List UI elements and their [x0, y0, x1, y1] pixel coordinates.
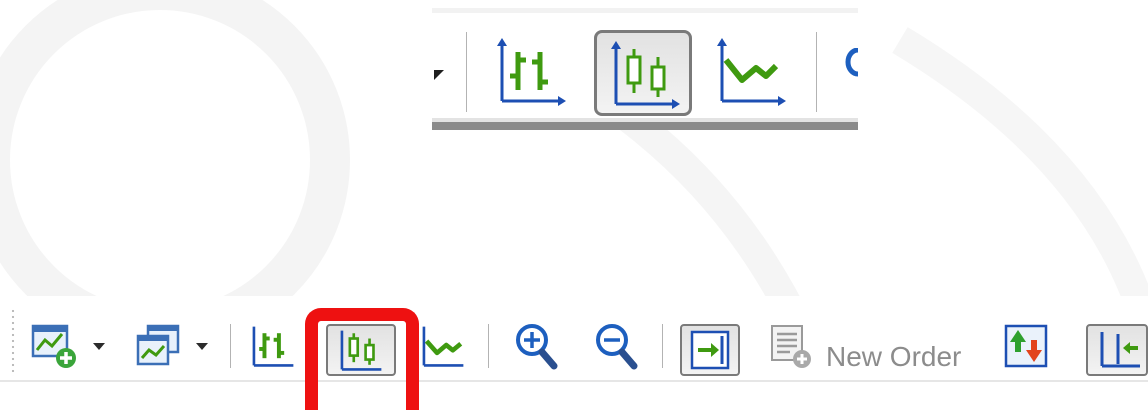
candlestick-chart-button[interactable]	[594, 30, 692, 116]
candlestick-highlight-box	[305, 308, 419, 410]
bar-chart-icon[interactable]	[496, 38, 566, 108]
new-chart-dropdown-arrow[interactable]	[93, 343, 105, 350]
dropdown-arrow-icon[interactable]	[432, 68, 446, 82]
toolbar-grip-handle[interactable]	[10, 308, 16, 376]
bar-chart-icon[interactable]	[250, 324, 296, 370]
toolbar-separator	[230, 324, 231, 368]
autotrading-icon[interactable]	[1004, 324, 1048, 368]
zoomed-toolbar	[432, 8, 858, 130]
toolbar-separator	[488, 324, 489, 368]
zoom-in-icon[interactable]	[512, 320, 558, 372]
new-order-label[interactable]: New Order	[826, 340, 961, 374]
toolbar-bottom-border	[0, 380, 1148, 382]
line-chart-icon[interactable]	[716, 38, 786, 108]
zoomed-toolbar-bottom-edge	[432, 122, 858, 130]
toolbar-separator	[662, 324, 663, 368]
screenshot-canvas: New Order	[0, 0, 1148, 410]
new-chart-icon[interactable]	[30, 322, 78, 370]
profiles-icon[interactable]	[134, 322, 182, 370]
profiles-dropdown-arrow[interactable]	[196, 343, 208, 350]
toolbar-separator	[466, 32, 467, 112]
line-chart-icon[interactable]	[420, 324, 466, 370]
toolbar-separator	[816, 32, 817, 112]
auto-scroll-button[interactable]	[680, 324, 740, 376]
chart-shift-button[interactable]	[1086, 324, 1148, 376]
candlestick-chart-icon	[611, 41, 680, 109]
chart-shift-icon	[1100, 332, 1140, 368]
auto-scroll-icon	[690, 330, 730, 370]
zoom-out-icon[interactable]	[592, 320, 638, 372]
main-toolbar: New Order	[0, 296, 1148, 410]
zoomed-toolbar-top-edge	[432, 8, 858, 13]
zoom-in-icon-partial[interactable]	[844, 48, 858, 78]
new-order-icon[interactable]	[768, 324, 814, 370]
